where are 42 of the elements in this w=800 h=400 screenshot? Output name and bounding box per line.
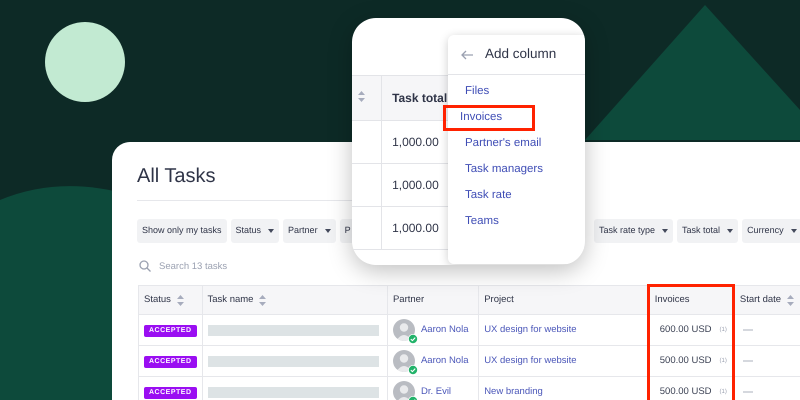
column-header[interactable]: Partner xyxy=(392,292,424,308)
table-cell: 1,000.00 xyxy=(392,135,439,149)
column-header[interactable]: Start date xyxy=(740,292,782,308)
menu-item[interactable]: Partner's email xyxy=(448,131,542,157)
filter-button[interactable]: Task rate type xyxy=(594,219,674,243)
invoice-amount: 500.00 USD xyxy=(660,354,712,368)
menu-item[interactable]: Teams xyxy=(448,209,499,235)
avatar xyxy=(392,381,415,400)
filter-button[interactable]: Show only my tasks xyxy=(137,219,227,243)
invoice-amount: 500.00 USD xyxy=(660,384,712,399)
column-header[interactable]: Task total xyxy=(392,91,448,105)
empty-dash-icon xyxy=(742,329,753,331)
avatar xyxy=(392,350,415,372)
sort-icon[interactable] xyxy=(787,294,794,306)
menu-item[interactable]: Files xyxy=(448,79,490,105)
table-cell: 1,000.00 xyxy=(392,178,439,192)
empty-dash-icon xyxy=(742,360,753,362)
menu-title: Add column xyxy=(485,45,556,64)
search-field[interactable]: Search 13 tasks xyxy=(159,257,359,275)
invoice-amount: 600.00 USD xyxy=(660,322,712,337)
empty-dash-icon xyxy=(742,391,753,393)
search-icon xyxy=(139,260,151,272)
page-title: All Tasks xyxy=(137,164,216,189)
filter-button[interactable]: Partner xyxy=(283,219,336,243)
column-header[interactable]: Invoices xyxy=(654,293,690,308)
column-header[interactable]: Project xyxy=(484,292,514,308)
filter-button[interactable]: Currency xyxy=(742,219,800,243)
sort-icon[interactable] xyxy=(176,294,184,306)
sort-icon[interactable] xyxy=(259,294,266,306)
menu-item[interactable]: Task managers xyxy=(448,157,543,183)
table-cell: 1,000.00 xyxy=(392,221,439,235)
menu-item[interactable]: Invoices xyxy=(443,105,535,131)
menu-item[interactable]: Task rate xyxy=(448,183,512,209)
column-header[interactable]: Task name xyxy=(208,292,254,308)
filter-button[interactable]: Task total xyxy=(677,219,738,243)
back-arrow-icon[interactable] xyxy=(461,50,473,60)
column-header[interactable]: Status xyxy=(144,292,171,308)
sort-icon[interactable] xyxy=(358,91,365,102)
project-link[interactable]: New branding xyxy=(484,386,543,397)
avatar xyxy=(392,319,415,341)
filter-button[interactable]: P xyxy=(340,219,352,243)
filter-button[interactable]: Status xyxy=(230,219,280,243)
